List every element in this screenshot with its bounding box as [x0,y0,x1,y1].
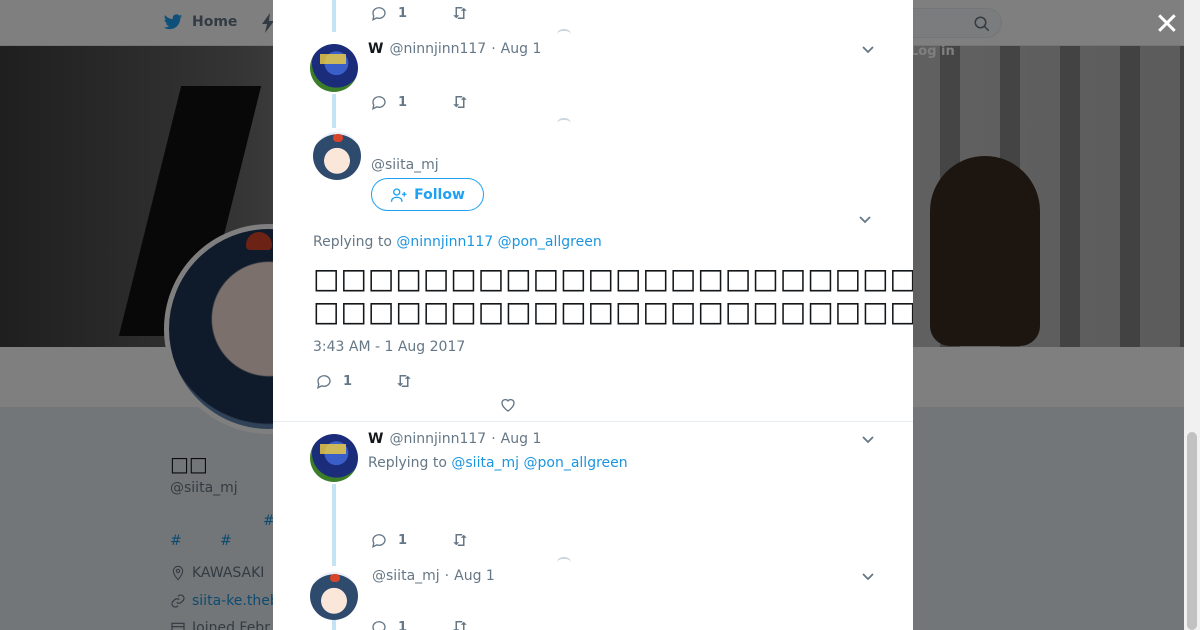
reply-icon [372,621,386,630]
retweet-icon[interactable] [450,93,470,111]
divider [273,421,913,422]
follow-button-label: Follow [414,186,465,203]
thread-line [332,94,336,128]
replying-to-label: Replying to [313,234,392,250]
reply-action[interactable]: 1 [370,93,407,111]
retweet-icon[interactable] [450,531,470,549]
replying-to: Replying to @ninnjinn117 @pon_allgreen [313,234,602,250]
retweet-icon[interactable] [394,372,414,390]
reply-action[interactable]: 1 [315,372,352,390]
tweet-permalink-modal: 1 W @ninnjinn117 · Aug 1 1 @siita_mj Fol… [273,0,913,630]
tweet-text: □□□□□□□□□□□□□□□□□□□□□□ □□□□□□□□□□□□□□□□□□… [313,262,913,328]
mention-link[interactable]: @pon_allgreen [498,234,602,250]
reply-count: 1 [343,373,353,389]
tweet-author-handle[interactable]: @siita_mj [372,568,440,584]
tweet-date[interactable]: Aug 1 [501,41,542,57]
tweet-author-handle[interactable]: @ninnjinn117 [389,431,486,447]
close-icon[interactable]: ✕ [1154,10,1180,40]
like-icon[interactable] [557,118,571,124]
tweet-date[interactable]: Aug 1 [454,568,495,584]
replying-to-label: Replying to [368,455,447,471]
tweet-author-handle[interactable]: @siita_mj [371,157,439,173]
avatar[interactable] [313,132,361,180]
tweet-header: @siita_mj [371,157,439,173]
tweet-author-name[interactable]: W [368,41,383,57]
mention-link[interactable]: @ninnjinn117 [396,234,493,250]
reply-icon [372,96,386,110]
like-icon[interactable] [557,29,571,35]
scrollbar-thumb[interactable] [1187,432,1197,630]
reply-count: 1 [398,619,408,630]
tweet-author-handle[interactable]: @ninnjinn117 [389,41,486,57]
avatar[interactable] [310,44,358,92]
reply-icon [317,375,331,389]
follow-button[interactable]: Follow [371,178,484,211]
heart-icon[interactable] [499,396,517,414]
reply-icon [372,534,386,548]
replying-to: Replying to @siita_mj @pon_allgreen [368,455,628,471]
tweet-timestamp[interactable]: 3:43 AM - 1 Aug 2017 [313,339,465,355]
reply-action[interactable]: 1 [370,618,407,630]
retweet-icon[interactable] [450,618,470,630]
header-separator: · [491,431,496,447]
add-user-icon [390,187,407,202]
chevron-down-icon[interactable] [860,569,876,585]
chevron-down-icon[interactable] [860,42,876,58]
header-separator: · [444,568,450,584]
chevron-down-icon[interactable] [860,432,876,448]
reply-action[interactable]: 1 [370,531,407,549]
chevron-down-icon[interactable] [857,212,873,228]
thread-line [332,484,336,566]
reply-count: 1 [398,532,408,548]
tweet-author-name[interactable]: W [368,431,383,447]
mention-link[interactable]: @pon_allgreen [524,455,628,471]
tweet-header: W @ninnjinn117 · Aug 1 [368,431,541,447]
tweet-header: W @ninnjinn117 · Aug 1 [368,41,541,57]
tweet-header: @siita_mj · Aug 1 [372,568,495,584]
tweet-date[interactable]: Aug 1 [501,431,542,447]
thread-line [332,620,336,630]
thread-line [332,0,336,32]
retweet-icon[interactable] [450,4,470,22]
mention-link[interactable]: @siita_mj [451,455,519,471]
like-icon[interactable] [557,557,571,563]
reply-count: 1 [398,5,408,21]
avatar[interactable] [310,572,358,620]
avatar[interactable] [310,434,358,482]
reply-count: 1 [398,94,408,110]
reply-icon [372,7,386,21]
reply-action[interactable]: 1 [370,4,407,22]
header-separator: · [491,41,496,57]
